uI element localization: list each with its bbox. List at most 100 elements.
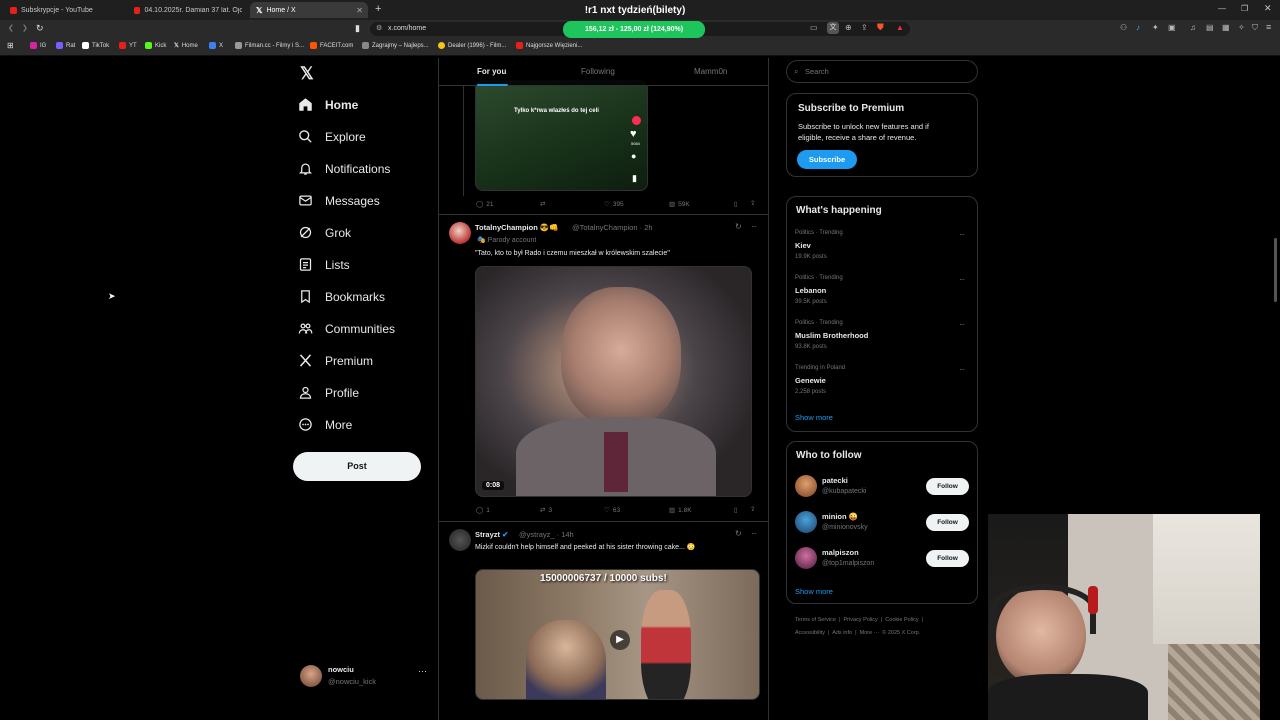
nav-explore[interactable]: Explore — [298, 129, 366, 144]
avatar[interactable] — [795, 547, 817, 569]
bookmark-action[interactable]: ▯ — [734, 506, 738, 514]
reload-icon[interactable]: ↻ — [36, 23, 44, 34]
nav-communities[interactable]: Communities — [298, 321, 395, 336]
bookmark-kick[interactable]: Kick — [145, 42, 166, 49]
footer-link[interactable]: Terms of Service — [795, 617, 836, 623]
follow-button[interactable]: Follow — [926, 550, 969, 567]
avatar[interactable] — [449, 529, 471, 551]
views-action[interactable]: ▥ 59K — [669, 200, 690, 209]
search-input[interactable]: ⌕ Search — [786, 60, 978, 83]
avatar[interactable] — [449, 222, 471, 244]
apps-grid-icon[interactable]: ⊞ — [7, 41, 14, 50]
author-name[interactable]: TotalnyChampion 😎👊 — [475, 223, 559, 232]
bookmark-ig[interactable]: IG — [30, 42, 46, 49]
views-action[interactable]: ▥ 1.8K — [669, 506, 692, 515]
footer-link[interactable]: Accessibility — [795, 630, 825, 636]
share-action[interactable]: ⇪ — [750, 199, 755, 207]
brave-shield-icon[interactable]: ⛊ — [877, 22, 884, 33]
footer-link[interactable]: Ads info — [832, 630, 852, 636]
bookmark-zagrajmy[interactable]: Zagrajmy – Najleps... — [362, 42, 429, 49]
media-icon[interactable]: ♫ — [1190, 23, 1196, 32]
tab-x-home[interactable]: 𝕏 Home / X ✕ — [250, 2, 368, 18]
more-dots-icon[interactable]: ··· — [751, 529, 757, 538]
nav-home[interactable]: Home — [298, 97, 358, 112]
avatar[interactable] — [795, 475, 817, 497]
cast-icon[interactable]: ▭ — [810, 23, 818, 32]
window-close-button[interactable]: ✕ — [1264, 3, 1272, 14]
wallet-icon[interactable]: ▦ — [1222, 23, 1230, 32]
show-more-link[interactable]: Show more — [795, 587, 833, 596]
close-tab-icon[interactable]: ✕ — [356, 6, 363, 15]
audio-icon[interactable]: ♪ — [1136, 23, 1140, 32]
bookmark-wiezienia[interactable]: Najgorsze Więzieni... — [516, 42, 582, 49]
bookmark-filman[interactable]: Filman.cc - Filmy i S... — [235, 42, 304, 49]
subscribe-button[interactable]: Subscribe — [797, 150, 857, 169]
screenshot-icon[interactable]: ▣ — [1168, 23, 1176, 32]
more-dots-icon[interactable]: ··· — [751, 222, 757, 231]
author-name[interactable]: Strayzt ✔ — [475, 530, 508, 539]
bookmark-yt[interactable]: YT — [119, 42, 137, 49]
follow-button[interactable]: Follow — [926, 478, 969, 495]
translate-icon[interactable]: 文 — [827, 22, 839, 34]
bookmark-page-icon[interactable]: ▮ — [355, 23, 360, 34]
tab-youtube-video[interactable]: 04.10.2025r. Damian 37 lat. Ojci... — [128, 2, 248, 18]
page-scrollbar[interactable] — [1273, 58, 1278, 720]
author-handle[interactable]: @ystrayz_ · 14h — [519, 530, 574, 539]
new-tab-button[interactable]: + — [375, 3, 381, 15]
tab-following[interactable]: Following — [581, 67, 615, 76]
forward-icon[interactable]: ❯ — [22, 24, 28, 32]
bookmark-rat[interactable]: Rat — [56, 42, 75, 49]
share-action[interactable]: ⇪ — [750, 505, 755, 513]
trend-item[interactable]: Politics · Trending Lebanon 39.5K posts … — [786, 271, 978, 311]
show-more-link[interactable]: Show more — [795, 413, 833, 422]
nav-profile[interactable]: Profile — [298, 385, 359, 400]
suggested-user-name[interactable]: malpiszon — [822, 548, 859, 557]
nav-messages[interactable]: Messages — [298, 193, 380, 208]
back-icon[interactable]: ❮ — [8, 24, 14, 32]
more-dots-icon[interactable]: ··· — [959, 320, 965, 329]
more-dots-icon[interactable]: ··· — [418, 666, 427, 676]
tweet-media-video[interactable]: 0:08 — [475, 266, 752, 497]
trend-item[interactable]: Politics · Trending Muslim Brotherhood 9… — [786, 316, 978, 356]
suggested-user-name[interactable]: patecki — [822, 476, 848, 485]
nav-more[interactable]: More — [298, 417, 352, 432]
bookmark-action[interactable]: ▯ — [734, 200, 738, 208]
account-switcher[interactable]: nowciu @nowciu_kick ··· — [298, 662, 433, 690]
footer-link[interactable]: Cookie Policy — [885, 617, 918, 623]
tab-list-mammon[interactable]: Mamm0n — [694, 67, 727, 76]
bookmark-tiktok[interactable]: TikTok — [82, 42, 109, 49]
tweet-media-image[interactable]: Tylko k*rwa wlazłeś do tej celi ♥ 5084 ●… — [475, 80, 648, 191]
extension-icon[interactable]: ⚇ — [1120, 23, 1127, 32]
more-dots-icon[interactable]: ··· — [959, 275, 965, 284]
like-action[interactable]: ♡ 63 — [604, 506, 620, 515]
avatar[interactable] — [795, 511, 817, 533]
tab-for-you[interactable]: For you — [477, 67, 506, 76]
bookmark-dealer[interactable]: Dealer (1996) - Film... — [438, 42, 506, 49]
bookmark-faceit[interactable]: FACEIT.com — [310, 42, 353, 49]
footer-link[interactable]: Privacy Policy — [844, 617, 878, 623]
more-dots-icon[interactable]: ··· — [959, 230, 965, 239]
rewards-icon[interactable]: ▲ — [896, 23, 904, 32]
restore-button[interactable]: ❐ — [1241, 4, 1248, 13]
nav-grok[interactable]: Grok — [298, 225, 351, 240]
nav-notifications[interactable]: Notifications — [298, 161, 390, 176]
leo-icon[interactable]: ✧ — [1238, 23, 1245, 32]
more-dots-icon[interactable]: ··· — [959, 365, 965, 374]
sidebar-icon[interactable]: ▤ — [1206, 23, 1214, 32]
bookmark-x[interactable]: X — [209, 42, 223, 49]
site-info-icon[interactable]: ⚙ — [376, 22, 382, 36]
post-button[interactable]: Post — [293, 452, 421, 481]
grok-icon[interactable]: ↻ — [735, 222, 742, 231]
tweet-media-video[interactable]: 15000006737 / 10000 subs! ▶ — [475, 569, 760, 700]
nav-premium[interactable]: Premium — [298, 353, 373, 368]
nav-lists[interactable]: Lists — [298, 257, 350, 272]
vpn-icon[interactable]: ⛉ — [1252, 23, 1258, 33]
grok-icon[interactable]: ↻ — [735, 529, 742, 538]
puzzle-icon[interactable]: ✦ — [1152, 23, 1159, 32]
footer-link[interactable]: More ··· — [860, 630, 880, 636]
retweet-action[interactable]: ⇄ — [540, 200, 545, 208]
follow-button[interactable]: Follow — [926, 514, 969, 531]
like-action[interactable]: ♡ 395 — [604, 200, 624, 209]
play-icon[interactable]: ▶ — [610, 630, 630, 650]
trend-item[interactable]: Trending in Poland Genewie 2,258 posts ·… — [786, 361, 978, 401]
